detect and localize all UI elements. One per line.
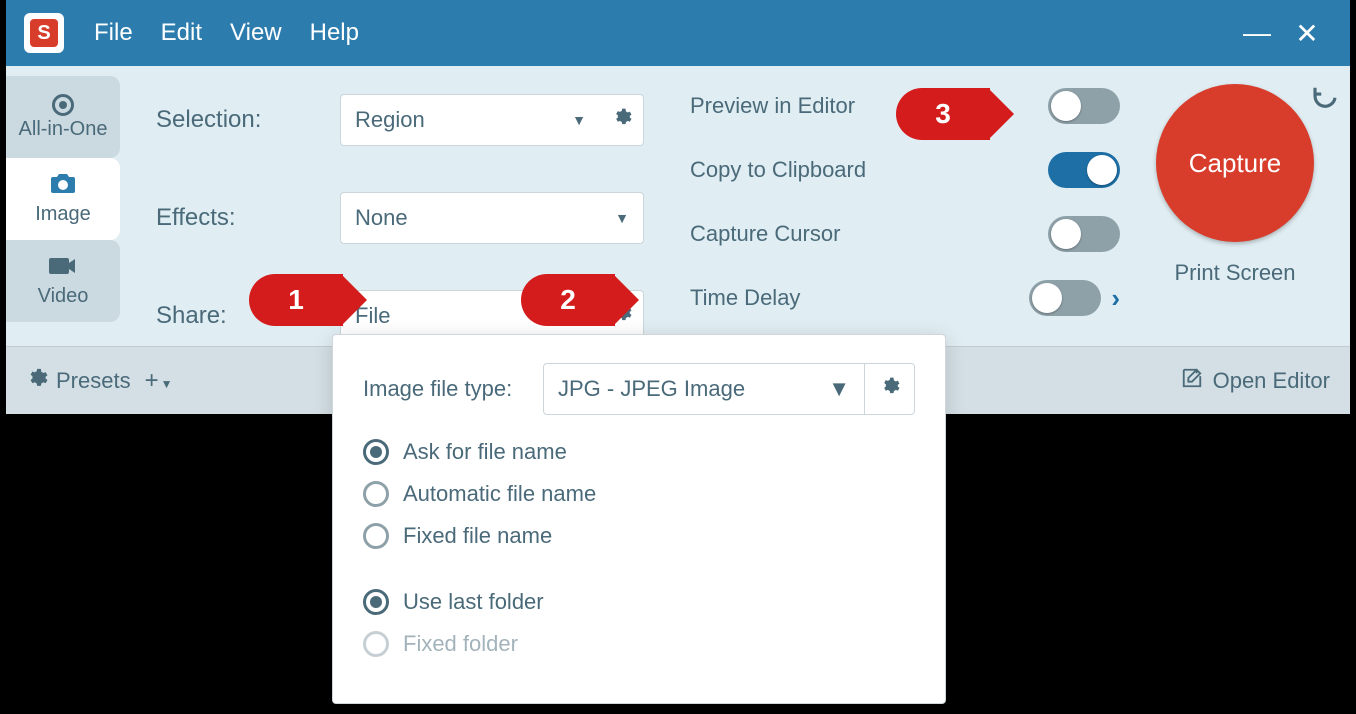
add-preset-button[interactable]: +▼ — [145, 367, 173, 395]
radio-ask-filename[interactable]: Ask for file name — [363, 439, 915, 465]
open-editor-label: Open Editor — [1213, 368, 1330, 394]
gear-icon — [880, 376, 900, 402]
tab-label: All-in-One — [19, 118, 108, 141]
radio-last-folder[interactable]: Use last folder — [363, 589, 915, 615]
radio-auto-filename[interactable]: Automatic file name — [363, 481, 915, 507]
tab-label: Image — [35, 203, 91, 226]
radio-label: Fixed file name — [403, 523, 552, 549]
callout-1: 1 — [249, 274, 343, 326]
presets-label: Presets — [56, 368, 131, 394]
tab-label: Video — [38, 285, 89, 308]
tab-image[interactable]: Image — [6, 158, 120, 240]
gear-icon — [612, 107, 632, 133]
share-settings-popup: Image file type: JPG - JPEG Image ▼ Ask … — [332, 334, 946, 704]
filetype-dropdown[interactable]: JPG - JPEG Image ▼ — [543, 363, 865, 415]
delay-expand-button[interactable]: › — [1111, 283, 1120, 314]
menu-edit[interactable]: Edit — [161, 19, 202, 47]
chevron-down-icon: ▼ — [828, 376, 850, 402]
menu-file[interactable]: File — [94, 19, 133, 47]
tab-video[interactable]: Video — [6, 240, 120, 322]
video-icon — [49, 255, 77, 283]
chevron-down-icon: ▼ — [572, 112, 586, 128]
filetype-settings-button[interactable] — [865, 363, 915, 415]
radio-icon — [363, 481, 389, 507]
radio-label: Use last folder — [403, 589, 544, 615]
chevron-down-icon: ▼ — [161, 377, 173, 391]
radio-icon — [363, 589, 389, 615]
delay-row: Time Delay › — [690, 280, 1120, 316]
gear-icon — [26, 367, 48, 395]
selection-settings-button[interactable] — [600, 94, 644, 146]
clipboard-toggle[interactable] — [1048, 152, 1120, 188]
chevron-down-icon: ▼ — [615, 210, 629, 226]
close-button[interactable]: ✕ — [1282, 17, 1332, 50]
effects-row: Effects: None ▼ — [156, 192, 690, 244]
radio-icon — [363, 523, 389, 549]
callout-3: 3 — [896, 88, 990, 140]
selection-value: Region — [355, 107, 572, 133]
filetype-row: Image file type: JPG - JPEG Image ▼ — [363, 363, 915, 415]
radio-fixed-folder[interactable]: Fixed folder — [363, 631, 915, 657]
clipboard-row: Copy to Clipboard — [690, 152, 1120, 188]
camera-icon — [50, 172, 76, 201]
capture-column: Capture Print Screen — [1120, 66, 1350, 346]
open-editor-button[interactable]: Open Editor — [1181, 367, 1330, 395]
tab-all-in-one[interactable]: All-in-One — [6, 76, 120, 158]
callout-2: 2 — [521, 274, 615, 326]
preview-editor-toggle[interactable] — [1048, 88, 1120, 124]
radio-fixed-filename[interactable]: Fixed file name — [363, 523, 915, 549]
radio-label: Fixed folder — [403, 631, 518, 657]
effects-value: None — [355, 205, 615, 231]
cursor-row: Capture Cursor — [690, 216, 1120, 252]
app-logo-letter: S — [30, 19, 58, 47]
menu-help[interactable]: Help — [310, 19, 359, 47]
menu-view[interactable]: View — [230, 19, 282, 47]
presets-button[interactable]: Presets — [26, 367, 131, 395]
app-logo: S — [24, 13, 64, 53]
capture-type-tabs: All-in-One Image Video — [6, 66, 120, 346]
filetype-value: JPG - JPEG Image — [558, 376, 828, 402]
reset-button[interactable] — [1310, 84, 1340, 122]
cursor-label: Capture Cursor — [690, 221, 1048, 247]
minimize-button[interactable]: — — [1232, 17, 1282, 49]
radio-label: Automatic file name — [403, 481, 596, 507]
edit-icon — [1181, 367, 1203, 395]
filetype-label: Image file type: — [363, 376, 543, 402]
delay-label: Time Delay — [690, 285, 1029, 311]
effects-label: Effects: — [156, 204, 340, 232]
selection-label: Selection: — [156, 106, 340, 134]
radio-icon — [363, 439, 389, 465]
target-icon — [52, 94, 74, 116]
radio-icon — [363, 631, 389, 657]
selection-row: Selection: Region ▼ — [156, 94, 690, 146]
clipboard-label: Copy to Clipboard — [690, 157, 1048, 183]
effects-dropdown[interactable]: None ▼ — [340, 192, 644, 244]
selection-dropdown[interactable]: Region ▼ — [340, 94, 600, 146]
cursor-toggle[interactable] — [1048, 216, 1120, 252]
titlebar: S File Edit View Help — ✕ — [6, 0, 1350, 66]
delay-toggle[interactable] — [1029, 280, 1101, 316]
radio-label: Ask for file name — [403, 439, 567, 465]
main-body: All-in-One Image Video Selection: Region — [6, 66, 1350, 346]
capture-button[interactable]: Capture — [1156, 84, 1314, 242]
capture-shortcut-label: Print Screen — [1174, 260, 1295, 286]
